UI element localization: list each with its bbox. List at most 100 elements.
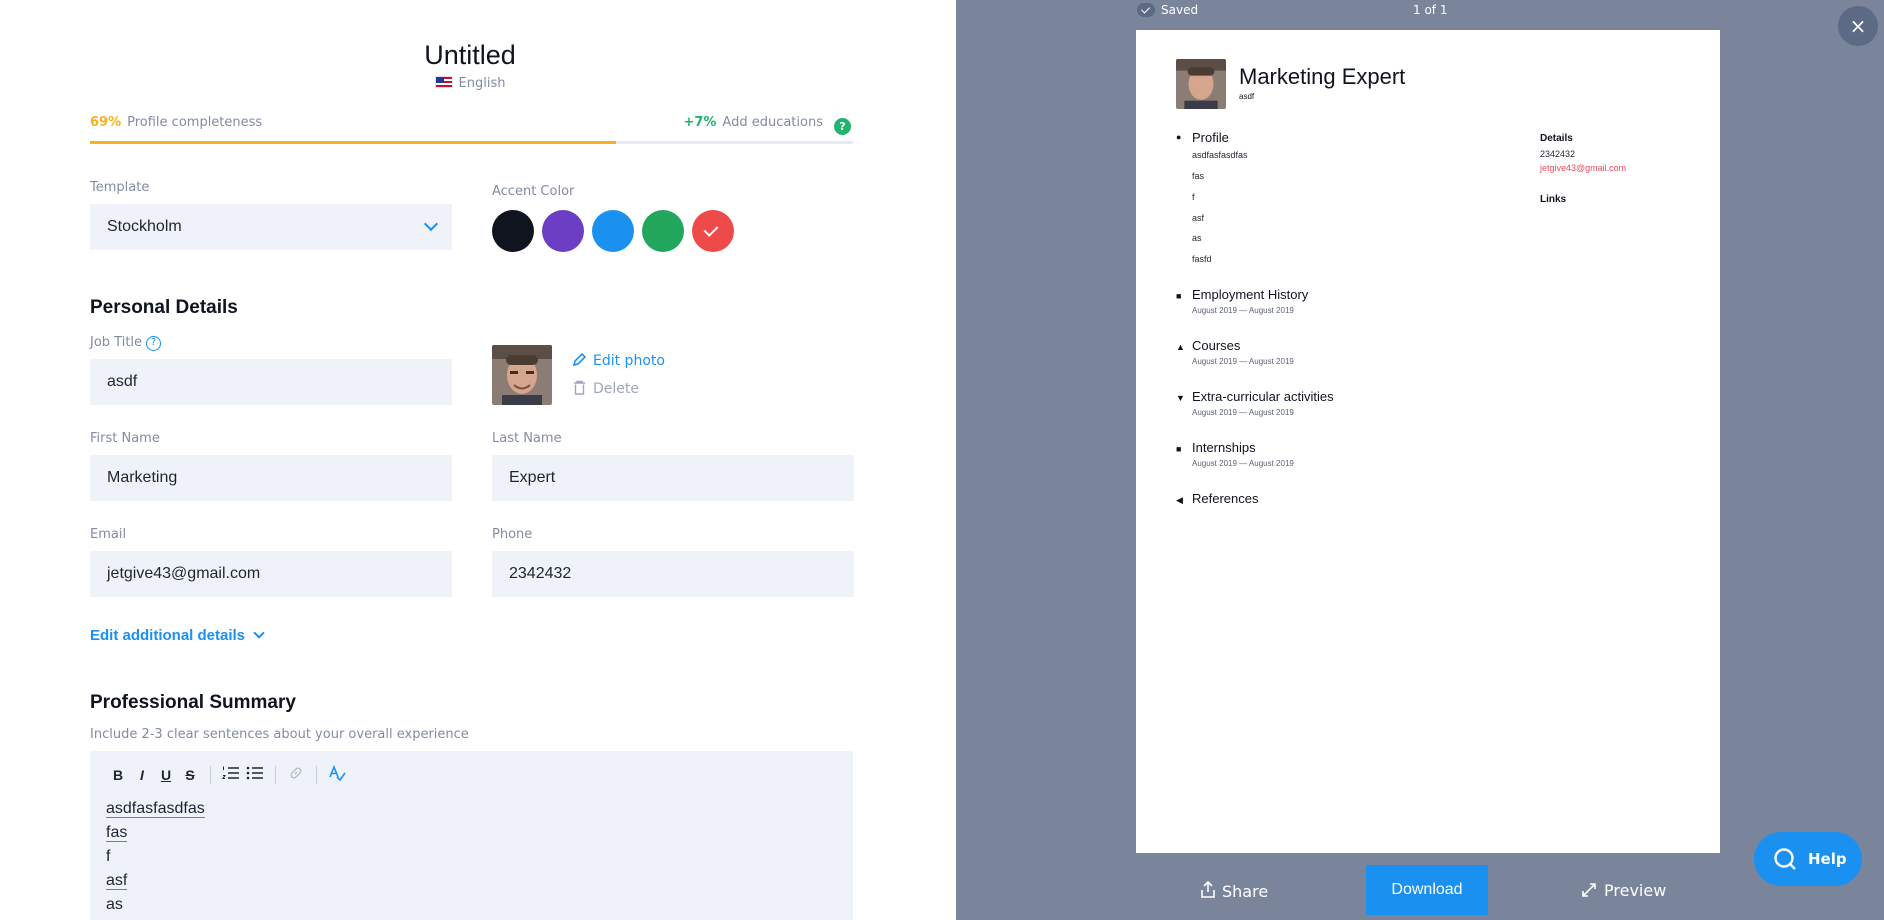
tip-label: Add educations	[722, 115, 823, 130]
completeness-help-icon[interactable]: ?	[834, 118, 851, 135]
chevron-down-icon	[253, 627, 265, 639]
numbered-list-icon	[222, 766, 239, 779]
summary-text[interactable]: asdfasfasdfas fas f asf as	[106, 797, 205, 917]
resume-phone: 2342432	[1540, 149, 1576, 159]
resume-profile-line: asf	[1192, 213, 1205, 223]
job-title-label: Job Title?	[90, 335, 162, 351]
us-flag-icon	[434, 76, 453, 88]
spellcheck-button[interactable]	[325, 764, 349, 785]
bold-button[interactable]: B	[106, 765, 130, 785]
accent-swatch-red[interactable]	[692, 210, 734, 252]
profile-completeness: 69% Profile completeness +7% Add education…	[90, 115, 853, 135]
help-button[interactable]: Help	[1754, 832, 1862, 886]
resume-date-range: August 2019 — August 2019	[1192, 306, 1294, 315]
job-title-input[interactable]: asdf	[90, 359, 452, 405]
delete-photo-button[interactable]: Delete	[572, 380, 639, 397]
last-name-label: Last Name	[492, 431, 562, 446]
page-counter: 1 of 1	[1413, 3, 1448, 17]
first-name-input[interactable]: Marketing	[90, 455, 452, 501]
briefcase-icon: ■	[1176, 291, 1182, 301]
resume-section-employment: Employment History	[1192, 287, 1309, 302]
resume-section-profile: Profile	[1192, 130, 1229, 145]
resume-profile-line: f	[1192, 192, 1195, 202]
briefcase-icon: ■	[1176, 444, 1182, 454]
megaphone-icon: ◀	[1176, 495, 1183, 505]
completeness-percent: 69%	[90, 115, 122, 130]
first-name-label: First Name	[90, 431, 160, 446]
toolbar-divider	[316, 766, 317, 784]
edit-photo-label: Edit photo	[593, 353, 665, 369]
flag-icon: ▼	[1176, 393, 1185, 403]
resume-section-courses: Courses	[1192, 338, 1241, 353]
delete-photo-label: Delete	[593, 381, 639, 397]
download-button[interactable]: Download	[1366, 865, 1488, 915]
summary-line-text: fas	[106, 824, 128, 842]
edit-photo-button[interactable]: Edit photo	[572, 352, 665, 369]
graduation-cap-icon: ▲	[1176, 342, 1185, 352]
document-title[interactable]: Untitled	[0, 40, 940, 71]
accent-swatch-blue[interactable]	[592, 210, 634, 252]
link-button[interactable]	[284, 765, 308, 785]
resume-profile-line: asdfasfasdfas	[1192, 150, 1248, 160]
template-label: Template	[90, 180, 150, 195]
pencil-icon	[572, 352, 587, 367]
resume-profile-line: fasfd	[1192, 254, 1212, 264]
summary-line: as	[106, 893, 205, 917]
strikethrough-button[interactable]: S	[178, 765, 202, 785]
last-name-input[interactable]: Expert	[492, 455, 854, 501]
summary-line: asdfasfasdfas	[106, 797, 205, 821]
toolbar-divider	[210, 766, 211, 784]
summary-line: f	[106, 845, 205, 869]
resume-email: jetgive43@gmail.com	[1540, 163, 1627, 173]
personal-details-heading: Personal Details	[90, 297, 238, 318]
professional-summary-heading: Professional Summary	[90, 692, 296, 713]
underline-button[interactable]: U	[154, 765, 178, 785]
resume-editor: Untitled English 69% Profile completeness…	[0, 0, 956, 920]
summary-hint: Include 2-3 clear sentences about your o…	[90, 727, 469, 742]
rich-text-toolbar: B I U S	[106, 764, 349, 785]
resume-profile-line: as	[1192, 233, 1202, 243]
edit-additional-details-button[interactable]: Edit additional details	[90, 627, 265, 644]
person-icon: ●	[1176, 132, 1182, 142]
accent-swatch-purple[interactable]	[542, 210, 584, 252]
check-icon	[703, 222, 719, 237]
preview-button[interactable]: Preview	[1582, 881, 1666, 900]
additional-details-label: Edit additional details	[90, 627, 246, 644]
language-selector[interactable]: English	[0, 76, 940, 91]
completeness-progress-fill	[90, 141, 617, 144]
resume-photo-image	[1176, 59, 1226, 109]
help-chat-icon	[1774, 848, 1796, 870]
italic-button[interactable]: I	[130, 765, 154, 785]
chevron-down-icon	[423, 216, 439, 232]
profile-photo[interactable]	[492, 345, 552, 405]
accent-swatch-green[interactable]	[642, 210, 684, 252]
share-button[interactable]: Share	[1200, 880, 1268, 901]
accent-color-label: Accent Color	[492, 184, 575, 199]
resume-date-range: August 2019 — August 2019	[1192, 357, 1294, 366]
summary-editor[interactable]: B I U S asdfasfasdfas fas f asf as	[90, 751, 853, 920]
email-input[interactable]: jetgive43@gmail.com	[90, 551, 452, 597]
resume-page[interactable]: Marketing Expert asdf ● Profile asdfasfa…	[1136, 30, 1720, 853]
bullet-list-icon	[246, 766, 263, 780]
resume-section-references: References	[1192, 491, 1259, 506]
help-label: Help	[1808, 850, 1847, 868]
help-icon[interactable]: ?	[146, 336, 162, 351]
bullet-list-button[interactable]	[243, 765, 267, 785]
resume-date-range: August 2019 — August 2019	[1192, 459, 1294, 468]
completeness-tip[interactable]: +7% Add educations	[683, 115, 823, 130]
phone-input[interactable]: 2342432	[492, 551, 854, 597]
share-icon	[1201, 880, 1215, 898]
language-label: English	[458, 76, 506, 91]
template-select[interactable]: Stockholm	[90, 204, 452, 250]
phone-label: Phone	[492, 527, 533, 542]
link-icon	[290, 767, 302, 779]
photo-image	[492, 345, 552, 405]
resume-photo	[1176, 59, 1226, 109]
resume-name: Marketing Expert	[1239, 64, 1406, 89]
check-icon	[1137, 3, 1155, 17]
save-status: Saved	[1137, 3, 1198, 17]
summary-line-text: as	[106, 896, 123, 913]
accent-swatch-black[interactable]	[492, 210, 534, 252]
close-icon[interactable]: ×	[1838, 6, 1878, 46]
numbered-list-button[interactable]	[219, 765, 243, 785]
